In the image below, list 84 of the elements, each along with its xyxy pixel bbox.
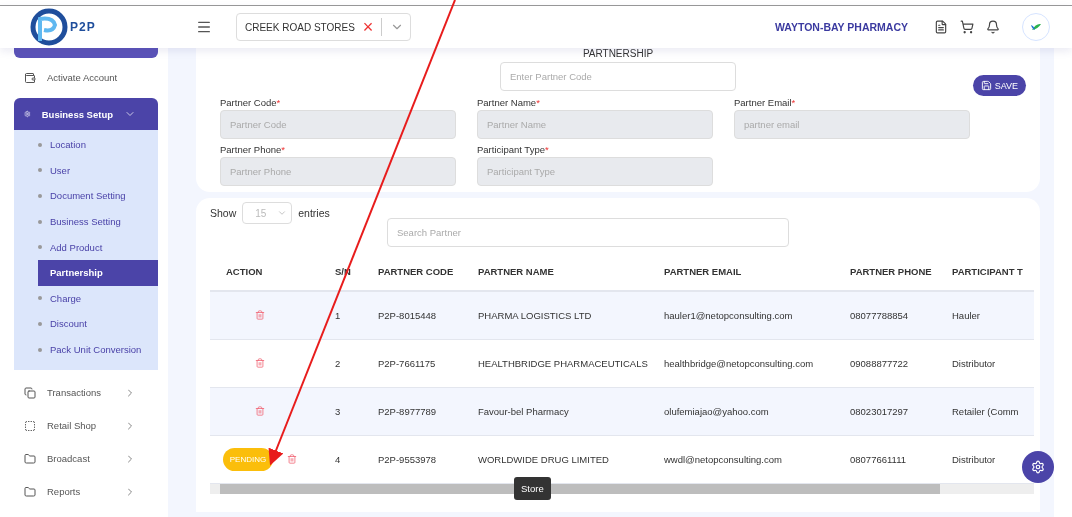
table-cell: Distributor <box>940 435 1034 483</box>
delete-icon[interactable] <box>255 358 265 368</box>
sidebar-item[interactable]: Activate Account <box>14 61 158 94</box>
submenu-item[interactable]: Add Product <box>38 234 158 260</box>
table-cell: hauler1@netopconsulting.com <box>648 291 834 339</box>
table-cell: 08077788854 <box>834 291 940 339</box>
store-select[interactable]: CREEK ROAD STORES × <box>236 13 412 41</box>
table-cell: Distributor <box>940 339 1034 387</box>
save-icon <box>980 80 992 91</box>
table-cell: Favour-bel Pharmacy <box>462 387 648 435</box>
bell-icon[interactable] <box>986 20 1000 34</box>
settings-icon <box>1031 460 1045 474</box>
table-cell: HEALTHBRIDGE PHARMACEUTICALS <box>462 339 648 387</box>
table-cell: 4 <box>316 435 362 483</box>
required-mark: * <box>276 97 281 108</box>
wallet-icon <box>24 71 36 84</box>
table-cell: P2P-9553978 <box>362 435 462 483</box>
delete-icon[interactable] <box>287 454 298 464</box>
entries-label: entries <box>298 207 330 219</box>
company-name: WAYTON-BAY PHARMACY <box>774 21 908 33</box>
table-cell: 08023017297 <box>834 387 940 435</box>
table-cell: P2P-8015448 <box>362 291 462 339</box>
field-label: Partner Phone <box>220 144 282 155</box>
partner-code-search-field[interactable]: Enter Partner Code <box>500 62 736 91</box>
table-cell: P2P-8977789 <box>362 387 462 435</box>
sidebar-item[interactable]: Reports <box>14 475 158 509</box>
field-label: Partner Code <box>220 97 277 108</box>
required-mark: * <box>536 97 540 108</box>
search-field[interactable]: Search Partner <box>387 218 789 247</box>
field-label: Participant Type <box>477 144 545 155</box>
field-label: Partner Name <box>477 97 537 108</box>
folder-icon <box>24 485 36 498</box>
table-cell: Retailer (Comm <box>940 387 1034 435</box>
table-cell: olufemiajao@yahoo.com <box>648 387 834 435</box>
logo-icon <box>30 8 68 46</box>
input-field[interactable]: Participant Type <box>477 157 713 186</box>
tooltip: Store <box>514 477 551 500</box>
submenu-item[interactable]: Discount <box>38 311 158 337</box>
form-title: PARTNERSHIP <box>581 48 655 59</box>
submenu-item[interactable]: User <box>38 157 158 184</box>
folder-icon <box>24 452 36 465</box>
input-field[interactable]: partner email <box>734 110 970 139</box>
table-cell: 1 <box>316 291 362 339</box>
submenu-item[interactable]: Location <box>38 132 158 158</box>
table-cell: PHARMA LOGISTICS LTD <box>462 291 648 339</box>
submenu-item[interactable]: Business Setting <box>38 208 158 235</box>
cart-icon[interactable] <box>960 20 974 34</box>
gear-icon <box>24 108 31 120</box>
logo-text: P2P <box>70 20 96 34</box>
copy-icon <box>24 386 36 399</box>
submenu-item[interactable]: Charge <box>38 285 158 312</box>
status-badge: PENDING <box>222 447 274 471</box>
table-cell: 09088877722 <box>834 339 940 387</box>
sidebar-item[interactable]: Business Setup <box>14 98 158 130</box>
table-cell: wwdl@netopconsulting.com <box>648 435 834 483</box>
required-mark: * <box>281 144 285 155</box>
horizontal-scrollbar[interactable] <box>210 483 1034 494</box>
input-field[interactable]: Partner Phone <box>220 157 456 186</box>
table-cell: P2P-7661175 <box>362 339 462 387</box>
field-label: Partner Email <box>734 97 792 108</box>
submenu-item[interactable]: Document Setting <box>38 183 158 209</box>
input-field[interactable]: Partner Name <box>477 110 713 139</box>
sidebar-item[interactable]: Transactions <box>14 376 158 410</box>
show-label: Show <box>210 207 237 219</box>
required-mark: * <box>791 97 796 108</box>
table-cell: 2 <box>316 339 362 387</box>
submenu-item[interactable]: Pack Unit Conversion <box>38 336 158 363</box>
submenu-item[interactable]: Partnership <box>38 259 158 286</box>
sidebar-item[interactable]: Broadcast <box>14 442 158 476</box>
required-mark: * <box>544 144 549 155</box>
table-cell: 3 <box>316 387 362 435</box>
document-icon[interactable] <box>934 20 948 34</box>
save-button[interactable]: SAVE <box>972 75 1026 96</box>
dashed-square-icon <box>24 419 36 432</box>
sidebar-item[interactable]: Retail Shop <box>14 409 158 443</box>
table-cell: Hauler <box>940 291 1034 339</box>
input-field[interactable]: Partner Code <box>220 110 456 139</box>
table-cell: healthbridge@netopconsulting.com <box>648 339 834 387</box>
delete-icon[interactable] <box>255 310 265 321</box>
delete-icon[interactable] <box>255 406 265 416</box>
menu-icon[interactable] <box>196 19 212 35</box>
chevron-icon <box>277 208 288 218</box>
table-cell: 08077661111 <box>834 435 940 483</box>
leaf-icon <box>1029 22 1043 32</box>
